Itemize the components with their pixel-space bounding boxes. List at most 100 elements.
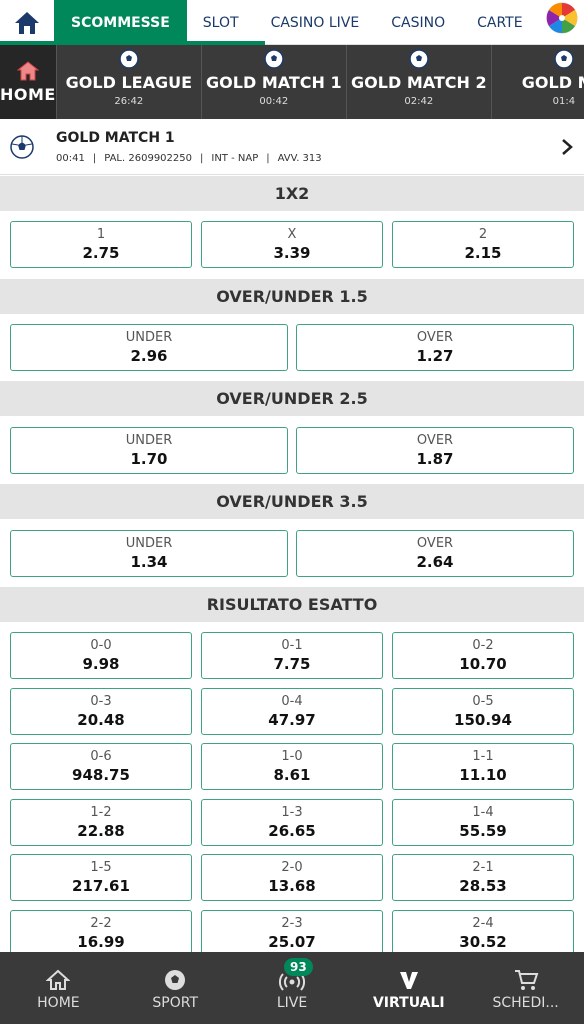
odd-button[interactable]: 1-5 217.61 bbox=[10, 854, 192, 901]
odd-label: 1 bbox=[96, 226, 106, 242]
odd-button[interactable]: 2 2.15 bbox=[392, 221, 574, 268]
odd-label: 0-2 bbox=[472, 637, 494, 653]
odd-button[interactable]: 1 2.75 bbox=[10, 221, 192, 268]
odd-label: X bbox=[287, 226, 297, 242]
market-title-exact: RISULTATO ESATTO bbox=[0, 587, 584, 622]
event-header[interactable]: GOLD MATCH 1 00:41 | PAL. 2609902250 | I… bbox=[0, 119, 584, 175]
odd-button[interactable]: 0-6 948.75 bbox=[10, 743, 192, 790]
event-avv: AVV. 313 bbox=[277, 152, 322, 164]
bottom-nav-virtuali[interactable]: VIRTUALI bbox=[350, 952, 467, 1024]
odd-button[interactable]: 0-0 9.98 bbox=[10, 632, 192, 679]
odd-button[interactable]: 2-4 30.52 bbox=[392, 910, 574, 957]
odd-button[interactable]: 1-1 11.10 bbox=[392, 743, 574, 790]
odd-button[interactable]: UNDER 1.70 bbox=[10, 427, 288, 474]
separator: | bbox=[200, 152, 204, 164]
odd-button[interactable]: OVER 1.87 bbox=[296, 427, 574, 474]
odd-value: 47.97 bbox=[268, 710, 316, 729]
game-tile-gold-match-1[interactable]: GOLD MATCH 1 00:42 bbox=[202, 45, 347, 119]
event-pal: PAL. 2609902250 bbox=[104, 152, 192, 164]
odd-value: 1.87 bbox=[416, 449, 454, 468]
odd-button[interactable]: 1-0 8.61 bbox=[201, 743, 383, 790]
market-title-ou25: OVER/UNDER 2.5 bbox=[0, 381, 584, 416]
odd-value: 1.34 bbox=[130, 552, 168, 571]
odd-button[interactable]: OVER 1.27 bbox=[296, 324, 574, 371]
bottom-nav-label: HOME bbox=[37, 995, 80, 1011]
game-time: 26:42 bbox=[114, 96, 144, 107]
odd-value: 2.96 bbox=[130, 346, 168, 365]
tab-slot[interactable]: SLOT bbox=[187, 0, 255, 45]
bottom-nav-schedina[interactable]: SCHEDI... bbox=[467, 952, 584, 1024]
odd-label: 0-5 bbox=[472, 693, 494, 709]
game-tile-gold-match-2[interactable]: GOLD MATCH 2 02:42 bbox=[347, 45, 492, 119]
odd-value: 150.94 bbox=[454, 710, 512, 729]
separator: | bbox=[266, 152, 270, 164]
odd-label: 1-1 bbox=[472, 748, 494, 764]
odd-button[interactable]: 2-3 25.07 bbox=[201, 910, 383, 957]
odd-button[interactable]: 0-1 7.75 bbox=[201, 632, 383, 679]
odd-value: 1.27 bbox=[416, 346, 454, 365]
bottom-nav-home[interactable]: HOME bbox=[0, 952, 117, 1024]
odd-button[interactable]: OVER 2.64 bbox=[296, 530, 574, 577]
odd-label: 0-1 bbox=[281, 637, 303, 653]
top-nav: SCOMMESSE SLOT CASINO LIVE CASINO CARTE bbox=[0, 0, 584, 45]
cart-icon bbox=[514, 970, 538, 990]
games-home-tile[interactable]: HOME bbox=[0, 45, 57, 119]
odd-label: UNDER bbox=[125, 432, 173, 448]
odd-button[interactable]: 2-0 13.68 bbox=[201, 854, 383, 901]
odd-value: 8.61 bbox=[273, 765, 311, 784]
odd-button[interactable]: 1-2 22.88 bbox=[10, 799, 192, 846]
odd-value: 2.15 bbox=[464, 243, 502, 262]
odd-value: 30.52 bbox=[459, 932, 507, 951]
odd-label: 2-4 bbox=[472, 915, 494, 931]
event-time: 00:41 bbox=[56, 152, 85, 164]
event-title: GOLD MATCH 1 bbox=[56, 129, 175, 146]
tab-casino[interactable]: CASINO bbox=[375, 0, 461, 45]
prize-wheel-button[interactable] bbox=[540, 0, 584, 35]
odd-value: 10.70 bbox=[459, 654, 507, 673]
odd-button[interactable]: 0-2 10.70 bbox=[392, 632, 574, 679]
game-time: 01:4 bbox=[552, 96, 576, 107]
odd-label: 1-4 bbox=[472, 804, 494, 820]
odd-label: 0-0 bbox=[90, 637, 112, 653]
odd-button[interactable]: 1-3 26.65 bbox=[201, 799, 383, 846]
odd-button[interactable]: 0-4 47.97 bbox=[201, 688, 383, 735]
odd-value: 3.39 bbox=[273, 243, 311, 262]
bottom-nav-sport[interactable]: SPORT bbox=[117, 952, 234, 1024]
odd-button[interactable]: UNDER 2.96 bbox=[10, 324, 288, 371]
soccer-ball-icon bbox=[165, 970, 186, 990]
bottom-nav-live[interactable]: 93 LIVE bbox=[234, 952, 351, 1024]
odd-button[interactable]: 2-1 28.53 bbox=[392, 854, 574, 901]
odd-label: 2-3 bbox=[281, 915, 303, 931]
live-count-badge: 93 bbox=[283, 958, 313, 976]
odd-button[interactable]: 0-5 150.94 bbox=[392, 688, 574, 735]
odd-button[interactable]: 1-4 55.59 bbox=[392, 799, 574, 846]
tab-scommesse[interactable]: SCOMMESSE bbox=[54, 0, 187, 45]
chevron-right-icon bbox=[562, 138, 573, 155]
soccer-ball-icon bbox=[409, 49, 429, 69]
odd-label: UNDER bbox=[125, 535, 173, 551]
odd-button[interactable]: 0-3 20.48 bbox=[10, 688, 192, 735]
odd-button[interactable]: 2-2 16.99 bbox=[10, 910, 192, 957]
odd-label: 2 bbox=[478, 226, 488, 242]
home-icon bbox=[46, 969, 71, 990]
odd-button[interactable]: X 3.39 bbox=[201, 221, 383, 268]
game-name: GOLD MATCH 1 bbox=[206, 73, 342, 92]
soccer-ball-icon bbox=[119, 49, 139, 69]
soccer-ball-icon bbox=[264, 49, 284, 69]
game-time: 02:42 bbox=[404, 96, 434, 107]
tab-casino-live[interactable]: CASINO LIVE bbox=[255, 0, 376, 45]
odd-value: 2.64 bbox=[416, 552, 454, 571]
odd-value: 7.75 bbox=[273, 654, 311, 673]
odd-button[interactable]: UNDER 1.34 bbox=[10, 530, 288, 577]
game-tile-gold-match-3[interactable]: GOLD MA 01:4 bbox=[492, 45, 584, 119]
tab-carte[interactable]: CARTE bbox=[461, 0, 538, 45]
odd-value: 217.61 bbox=[72, 876, 130, 895]
game-tile-gold-league[interactable]: GOLD LEAGUE 26:42 bbox=[57, 45, 202, 119]
odd-value: 11.10 bbox=[459, 765, 507, 784]
odd-value: 948.75 bbox=[72, 765, 130, 784]
game-name: GOLD LEAGUE bbox=[65, 73, 193, 92]
odd-label: 2-2 bbox=[90, 915, 112, 931]
odd-label: 2-1 bbox=[472, 859, 494, 875]
home-icon bbox=[16, 60, 39, 80]
home-button[interactable] bbox=[0, 0, 54, 45]
